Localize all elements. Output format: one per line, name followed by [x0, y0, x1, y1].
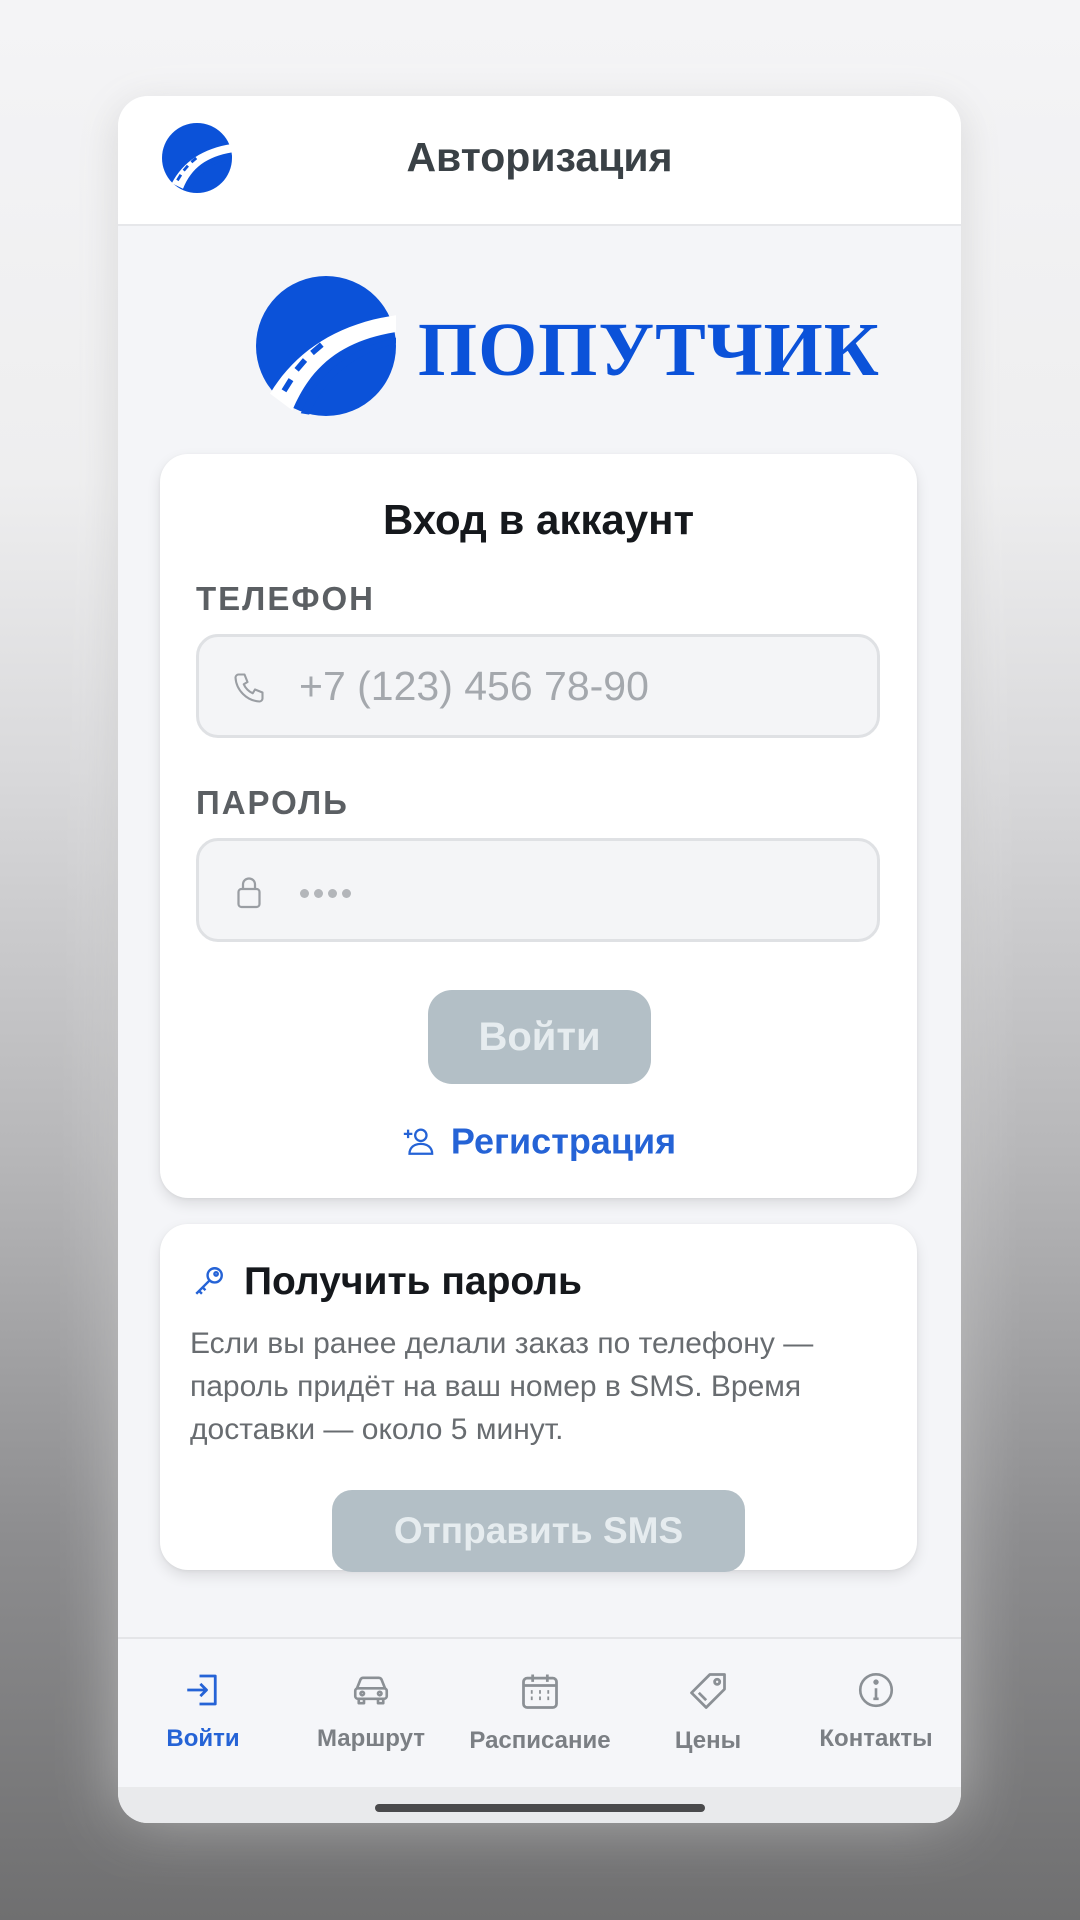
register-link[interactable]: Регистрация — [160, 1118, 917, 1166]
tag-icon — [690, 1673, 726, 1709]
nav-label-prices: Цены — [674, 1727, 742, 1754]
bottom-navigation: Войти Маршрут Расписание Цены Контакты — [118, 1637, 961, 1789]
nav-item-route[interactable]: Маршрут — [286, 1669, 456, 1753]
nav-label-route: Маршрут — [316, 1725, 426, 1752]
nav-item-schedule[interactable]: Расписание — [455, 1669, 625, 1755]
nav-label-login: Войти — [166, 1725, 240, 1752]
get-password-card: Получить пароль Если вы ранее делали зак… — [160, 1224, 917, 1572]
phone-icon — [234, 673, 264, 703]
password-label: ПАРОЛЬ — [196, 784, 349, 821]
nav-label-contacts: Контакты — [819, 1725, 933, 1752]
phone-input[interactable] — [299, 637, 859, 735]
password-input[interactable] — [300, 885, 356, 898]
login-icon — [187, 1674, 217, 1706]
home-indicator[interactable] — [375, 1804, 705, 1812]
key-icon — [195, 1267, 223, 1295]
nav-item-contacts[interactable]: Контакты — [791, 1669, 961, 1753]
send-sms-button[interactable]: Отправить SMS — [332, 1490, 745, 1572]
calendar-icon — [522, 1674, 558, 1709]
info-icon — [858, 1672, 894, 1708]
nav-label-schedule: Расписание — [469, 1727, 611, 1754]
phone-field[interactable] — [196, 634, 880, 738]
nav-item-login[interactable]: Войти — [118, 1669, 288, 1753]
get-password-title: Получить пароль — [244, 1260, 583, 1303]
login-title: Вход в аккаунт — [382, 496, 695, 543]
nav-item-prices[interactable]: Цены — [623, 1669, 793, 1755]
phone-label: ТЕЛЕФОН — [196, 580, 375, 617]
car-icon — [353, 1676, 389, 1705]
get-password-description: Если вы ранее делали заказ по телефону —… — [190, 1327, 814, 1446]
register-label: Регистрация — [450, 1120, 677, 1162]
page-title: Авторизация — [406, 134, 673, 180]
brand-logo: ПОПУТЧИК — [256, 276, 879, 416]
road-logo-icon — [256, 276, 396, 416]
password-field[interactable] — [196, 838, 880, 942]
login-button[interactable]: Войти — [428, 990, 651, 1084]
user-plus-icon — [403, 1129, 434, 1156]
lock-icon — [237, 877, 261, 909]
app-bar: Авторизация — [118, 96, 961, 226]
brand-name: ПОПУТЧИК — [418, 308, 880, 392]
login-card: Вход в аккаунт ТЕЛЕФОН ПАРОЛЬ Войти — [160, 454, 917, 1198]
app-window: Авторизация ПОПУТЧИК Вход в аккаунт ТЕЛЕ… — [118, 96, 961, 1823]
